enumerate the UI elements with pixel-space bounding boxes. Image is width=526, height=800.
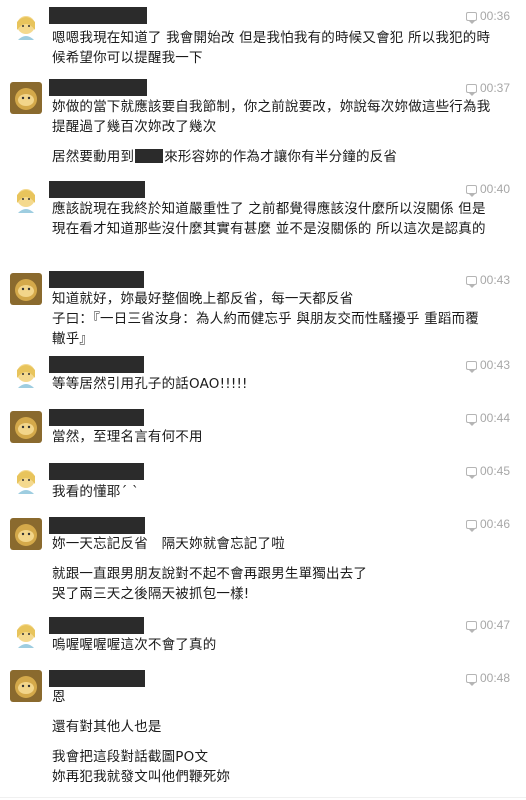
message-5: 00:43 等等居然引用孔子的話OAO!!!!! — [0, 354, 526, 400]
avatar-boy-icon[interactable] — [10, 273, 42, 305]
sender-name-redacted — [49, 181, 145, 198]
timestamp: 00:47 — [465, 618, 510, 633]
sender-name-redacted — [49, 356, 144, 373]
avatar-girl-icon[interactable] — [10, 183, 42, 215]
message-text: 恩 還有對其他人也是 我會把這段對話截圖PO文 妳再犯我就發文叫他們鞭死妳 — [52, 689, 231, 785]
timestamp: 00:48 — [465, 671, 510, 686]
timestamp: 00:43 — [465, 273, 510, 288]
message-9: 00:47 嗚喔喔喔喔這次不會了真的 — [0, 616, 526, 664]
comment-icon[interactable] — [465, 83, 477, 96]
timestamp: 00:36 — [465, 9, 510, 24]
avatar-girl-icon[interactable] — [10, 358, 42, 390]
timestamp: 00:44 — [465, 411, 510, 426]
comment-icon[interactable] — [465, 466, 477, 479]
sender-name-redacted — [49, 517, 145, 534]
avatar-girl-icon[interactable] — [10, 464, 42, 496]
timestamp: 00:46 — [465, 517, 510, 532]
comment-icon[interactable] — [465, 11, 477, 24]
avatar-boy-icon[interactable] — [10, 518, 42, 550]
sender-name-redacted — [49, 79, 147, 96]
avatar-girl-icon[interactable] — [10, 618, 42, 650]
comment-icon[interactable] — [465, 673, 477, 686]
message-text: 應該說現在我終於知道嚴重性了 之前都覺得應該沒什麼所以沒關係 但是現在看才知道那… — [52, 201, 486, 237]
message-text: 我看的懂耶´ ˋ — [52, 484, 139, 500]
sender-name-redacted — [49, 409, 144, 426]
avatar-girl-icon[interactable] — [10, 10, 42, 42]
message-text: 嗯嗯我現在知道了 我會開始改 但是我怕我有的時候又會犯 所以我犯的時候希望你可以… — [52, 30, 491, 66]
sender-name-redacted — [49, 463, 144, 480]
bottom-divider — [0, 797, 526, 798]
comment-icon[interactable] — [465, 413, 477, 426]
message-7: 00:45 我看的懂耶´ ˋ — [0, 461, 526, 509]
comment-icon[interactable] — [465, 360, 477, 373]
message-3: 00:40 應該說現在我終於知道嚴重性了 之前都覺得應該沒什麼所以沒關係 但是現… — [0, 178, 526, 266]
message-text: 知道就好，妳最好整個晚上都反省，每一天都反省 子曰：『一日三省汝身：為人約而健忘… — [52, 291, 479, 347]
timestamp: 00:45 — [465, 464, 510, 479]
avatar-boy-icon[interactable] — [10, 411, 42, 443]
message-10: 00:48 恩 還有對其他人也是 我會把這段對話截圖PO文 妳再犯我就發文叫他們… — [0, 668, 526, 798]
timestamp: 00:43 — [465, 358, 510, 373]
message-1: 00:36 嗯嗯我現在知道了 我會開始改 但是我怕我有的時候又會犯 所以我犯的時… — [0, 0, 526, 72]
timestamp: 00:40 — [465, 182, 510, 197]
sender-name-redacted — [49, 271, 144, 288]
message-4: 00:43 知道就好，妳最好整個晚上都反省，每一天都反省 子曰：『一日三省汝身：… — [0, 268, 526, 348]
message-text: 等等居然引用孔子的話OAO!!!!! — [52, 376, 248, 392]
message-text: 嗚喔喔喔喔這次不會了真的 — [52, 637, 217, 653]
message-2: 00:37 妳做的當下就應該要自我節制，你之前說要改，妳說每次妳做這些行為我提醒… — [0, 77, 526, 180]
message-text: 妳一天忘記反省 隔天妳就會忘記了啦 就跟一直跟男朋友說對不起不會再跟男生單獨出去… — [52, 536, 368, 602]
avatar-boy-icon[interactable] — [10, 670, 42, 702]
avatar-boy-icon[interactable] — [10, 82, 42, 114]
message-text: 妳做的當下就應該要自我節制，你之前說要改，妳說每次妳做這些行為我提醒過了幾百次妳… — [52, 99, 491, 165]
message-8: 00:46 妳一天忘記反省 隔天妳就會忘記了啦 就跟一直跟男朋友說對不起不會再跟… — [0, 514, 526, 614]
message-6: 00:44 當然，至理名言有何不用 — [0, 406, 526, 454]
sender-name-redacted — [49, 7, 147, 24]
comment-icon[interactable] — [465, 184, 477, 197]
sender-name-redacted — [49, 670, 145, 687]
sender-name-redacted — [49, 617, 144, 634]
timestamp: 00:37 — [465, 81, 510, 96]
comment-icon[interactable] — [465, 519, 477, 532]
inline-redaction — [135, 149, 164, 163]
comment-icon[interactable] — [465, 620, 477, 633]
message-text: 當然，至理名言有何不用 — [52, 429, 203, 445]
comment-icon[interactable] — [465, 275, 477, 288]
